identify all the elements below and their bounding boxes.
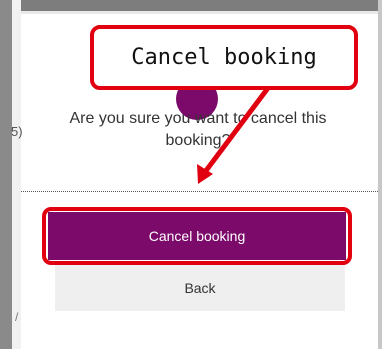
screenshot-stage: 5) / Are you sure you want to cancel thi… xyxy=(0,0,382,349)
window-right-edge xyxy=(378,0,382,349)
window-left-edge xyxy=(0,0,12,349)
window-top-shadow xyxy=(12,11,382,14)
cancel-booking-button[interactable]: Cancel booking xyxy=(48,212,346,260)
window-top-edge xyxy=(0,0,382,11)
dotted-divider xyxy=(21,191,378,192)
background-panel-edge xyxy=(12,0,21,349)
callout-text: Cancel booking xyxy=(131,45,317,70)
back-button[interactable]: Back xyxy=(55,265,345,311)
annotation-callout: Cancel booking xyxy=(90,25,358,90)
annotation-arrow-head xyxy=(197,164,213,184)
background-text-fragment: / xyxy=(15,310,19,324)
background-text-fragment: 5) xyxy=(11,124,23,139)
confirm-question: Are you sure you want to cancel this boo… xyxy=(69,110,327,149)
